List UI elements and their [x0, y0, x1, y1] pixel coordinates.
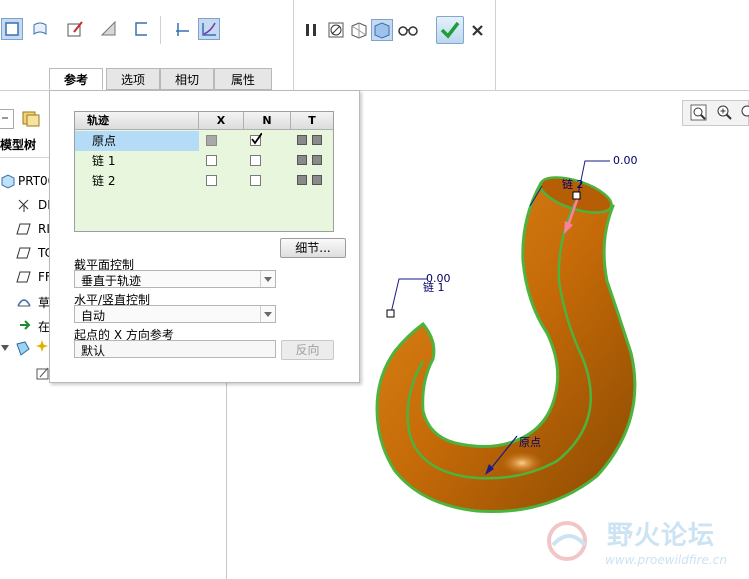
column-header-t[interactable]: T: [291, 112, 333, 130]
ok-button[interactable]: [436, 16, 464, 44]
sketch-section-button[interactable]: [64, 18, 86, 40]
surface-toggle-button[interactable]: [29, 18, 51, 40]
zoom-fit-button[interactable]: [689, 103, 709, 123]
tab-properties[interactable]: 属性: [214, 68, 272, 90]
trajectory-row-origin[interactable]: 原点: [75, 131, 333, 151]
flip-button[interactable]: 反向: [281, 340, 334, 360]
no-preview-icon: [328, 22, 344, 38]
chevron-down-icon: [260, 306, 275, 322]
zoom-out-button[interactable]: [739, 103, 749, 123]
chain2-label[interactable]: 链 2: [562, 176, 584, 192]
trajectory-name: 原点: [75, 131, 199, 151]
orientation-control-dropdown[interactable]: 自动: [74, 305, 276, 323]
part-icon: [1, 174, 15, 189]
cancel-button[interactable]: [467, 19, 489, 41]
internal-sketch-icon: [36, 367, 49, 380]
tab-references[interactable]: 参考: [49, 68, 103, 90]
origin-label[interactable]: 原点: [519, 434, 541, 450]
datum-plane-icon: [16, 271, 31, 283]
datum-plane-icon: [16, 247, 31, 259]
t-option-box: [297, 155, 307, 165]
constant-section-icon: [176, 23, 189, 36]
start-x-reference-field[interactable]: 默认: [74, 340, 276, 358]
zoom-fit-icon: [690, 104, 707, 121]
thicken-button[interactable]: [130, 18, 152, 40]
thicken-icon: [135, 22, 147, 36]
chain1-label[interactable]: 链 1: [423, 279, 445, 295]
new-feature-star-icon: [36, 340, 48, 352]
preview-icon: [351, 22, 367, 39]
attached-preview-button[interactable]: [348, 19, 370, 41]
tree-tab-folder[interactable]: [20, 107, 42, 129]
watermark-url: www.proewildfire.cn: [605, 553, 727, 567]
verify-icon: [374, 22, 390, 39]
tab-tangency[interactable]: 相切: [160, 68, 214, 90]
chain2-value-label[interactable]: 0.00: [613, 154, 638, 167]
chain2-handle[interactable]: [572, 191, 581, 200]
trajectory-name: 链 1: [92, 154, 116, 168]
view-toolbar: [682, 100, 749, 126]
t-option-box: [297, 175, 307, 185]
section-control-value: 垂直于轨迹: [81, 274, 142, 288]
checkmark-icon: [251, 133, 262, 145]
chain1-handle[interactable]: [386, 309, 395, 318]
column-header-x[interactable]: X: [199, 112, 244, 130]
n-checkbox-checked[interactable]: [250, 133, 262, 146]
pause-icon: [306, 24, 316, 36]
solid-toggle-button[interactable]: [1, 18, 23, 40]
collapse-triangle-icon[interactable]: [0, 343, 10, 353]
sweep-feature-icon: [16, 341, 30, 356]
zoom-out-icon: [741, 105, 749, 117]
site-logo-icon: [547, 521, 587, 561]
datum-plane-icon: [16, 223, 31, 235]
zoom-in-button[interactable]: [715, 103, 735, 123]
zoom-in-icon: [717, 105, 732, 120]
n-checkbox[interactable]: [250, 155, 261, 166]
glasses-icon: [398, 26, 418, 36]
orientation-control-value: 自动: [81, 309, 106, 323]
x-checkbox[interactable]: [206, 155, 217, 166]
remove-material-icon: [100, 20, 116, 36]
shading-highlight: [500, 451, 544, 475]
variable-section-button[interactable]: [198, 18, 220, 40]
tab-options[interactable]: 选项: [106, 68, 160, 90]
solid-icon: [5, 22, 19, 36]
trajectory-table: 轨迹 X N T 原点 链 1 链 2: [74, 111, 334, 232]
pencil-icon: [67, 21, 83, 37]
t-option-box: [312, 155, 322, 165]
trajectory-row-chain1[interactable]: 链 1: [75, 151, 333, 171]
x-checkbox-disabled: [206, 135, 217, 146]
section-control-dropdown[interactable]: 垂直于轨迹: [74, 270, 276, 288]
sketch-icon: [17, 299, 31, 307]
no-preview-button[interactable]: [325, 19, 347, 41]
column-header-n[interactable]: N: [244, 112, 291, 130]
glasses-preview-button[interactable]: [396, 19, 418, 41]
start-x-reference-value: 默认: [81, 344, 106, 358]
close-icon: [472, 25, 483, 36]
tree-tabs: [0, 109, 45, 129]
t-option-box: [312, 135, 322, 145]
t-option-box: [312, 175, 322, 185]
tree-tab-model[interactable]: [0, 109, 14, 129]
x-checkbox[interactable]: [206, 175, 217, 186]
details-button[interactable]: 细节...: [280, 238, 346, 258]
n-checkbox[interactable]: [250, 175, 261, 186]
surface-icon: [33, 22, 47, 35]
insert-here-icon: [20, 320, 31, 330]
constant-section-button[interactable]: [171, 18, 193, 40]
check-icon: [440, 21, 460, 39]
trajectory-name: 链 2: [92, 174, 116, 188]
variable-section-icon: [202, 22, 216, 36]
remove-material-button[interactable]: [98, 18, 120, 40]
datum-csys-icon: [18, 199, 29, 212]
folder-browser-icon: [22, 111, 40, 127]
chevron-down-icon: [260, 271, 275, 287]
t-option-box: [297, 135, 307, 145]
watermark-site-name: 野火论坛: [607, 521, 716, 551]
pause-button[interactable]: [300, 19, 322, 41]
verify-mode-button[interactable]: [371, 19, 393, 41]
column-header-trajectory[interactable]: 轨迹: [75, 112, 199, 130]
trajectory-row-chain2[interactable]: 链 2: [75, 171, 333, 191]
tree-icon: [2, 117, 8, 119]
